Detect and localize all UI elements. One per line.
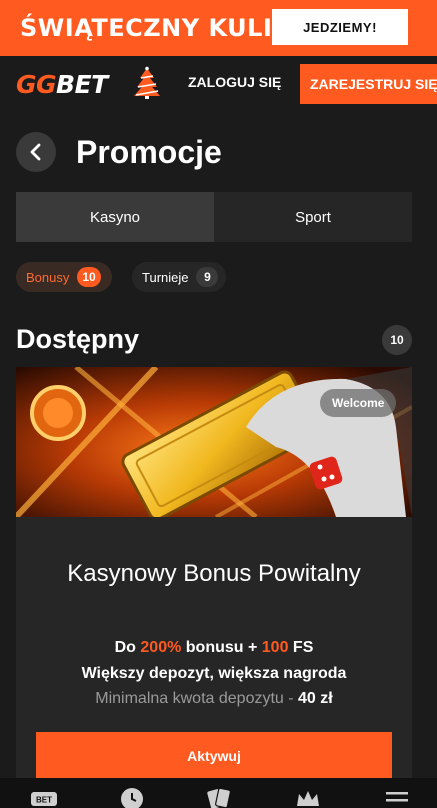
bonus-suffix: FS <box>288 639 314 656</box>
filter-chip-bonusy[interactable]: Bonusy 10 <box>16 262 112 292</box>
category-tabs: Kasyno Sport <box>16 192 412 242</box>
logo-bet-text: BET <box>56 70 108 99</box>
bonus-middle: bonusu + <box>181 639 262 656</box>
bonus-percent: 200% <box>140 639 182 656</box>
bottom-nav: BET <box>0 778 437 808</box>
bet-icon-label: BET <box>36 796 52 805</box>
bonus-prefix: Do <box>114 639 141 656</box>
cards-icon[interactable] <box>205 786 233 808</box>
christmas-tree-icon <box>134 66 160 99</box>
chip-label: Turnieje <box>142 269 189 285</box>
clock-icon[interactable] <box>119 786 145 808</box>
chip-count-badge: 10 <box>77 267 101 287</box>
promo-card[interactable]: Welcome Kasynowy Bonus Powitalny Do 200%… <box>16 367 412 787</box>
activate-button[interactable]: Aktywuj <box>36 732 392 780</box>
promo-banner: ŚWIĄTECZNY KULIG JEDZIEMY! <box>0 0 437 56</box>
min-deposit-label: Minimalna kwota depozytu - <box>95 690 299 707</box>
card-title: Kasynowy Bonus Powitalny <box>67 560 361 587</box>
page-title: Promocje <box>76 134 222 170</box>
logo[interactable]: GGBET <box>16 70 108 99</box>
section-count-badge: 10 <box>382 325 412 355</box>
card-min-deposit: Minimalna kwota depozytu - 40 zł <box>16 690 412 708</box>
tab-kasyno[interactable]: Kasyno <box>16 192 214 242</box>
back-button[interactable] <box>16 132 56 172</box>
register-button[interactable]: ZAREJESTRUJ SIĘ <box>300 64 437 104</box>
page: ŚWIĄTECZNY KULIG JEDZIEMY! GGBET ZALOGUJ… <box>0 0 437 808</box>
bonus-freespins: 100 <box>261 639 289 656</box>
chevron-left-icon <box>30 143 41 161</box>
bet-icon[interactable]: BET <box>30 786 58 808</box>
login-link[interactable]: ZALOGUJ SIĘ <box>188 74 281 90</box>
logo-gg-text: GG <box>16 70 57 99</box>
tab-sport[interactable]: Sport <box>214 192 412 242</box>
crown-icon[interactable] <box>294 786 322 808</box>
chip-count-badge: 9 <box>196 267 219 287</box>
welcome-tag: Welcome <box>320 389 397 417</box>
promo-title: ŚWIĄTECZNY KULIG <box>20 14 293 42</box>
card-subtitle: Większy depozyt, większa nagroda <box>81 665 347 682</box>
card-bonus-line: Do 200% bonusu + 100 FS <box>16 639 412 657</box>
min-deposit-amount: 40 zł <box>298 690 333 707</box>
section-title: Dostępny <box>16 324 140 354</box>
site-header: GGBET ZALOGUJ SIĘ ZAREJESTRUJ SIĘ <box>0 56 437 112</box>
chip-label: Bonusy <box>26 269 70 285</box>
promo-cta-button[interactable]: JEDZIEMY! <box>272 9 408 45</box>
filter-chip-turnieje[interactable]: Turnieje 9 <box>132 262 226 292</box>
menu-icon[interactable] <box>384 786 410 808</box>
